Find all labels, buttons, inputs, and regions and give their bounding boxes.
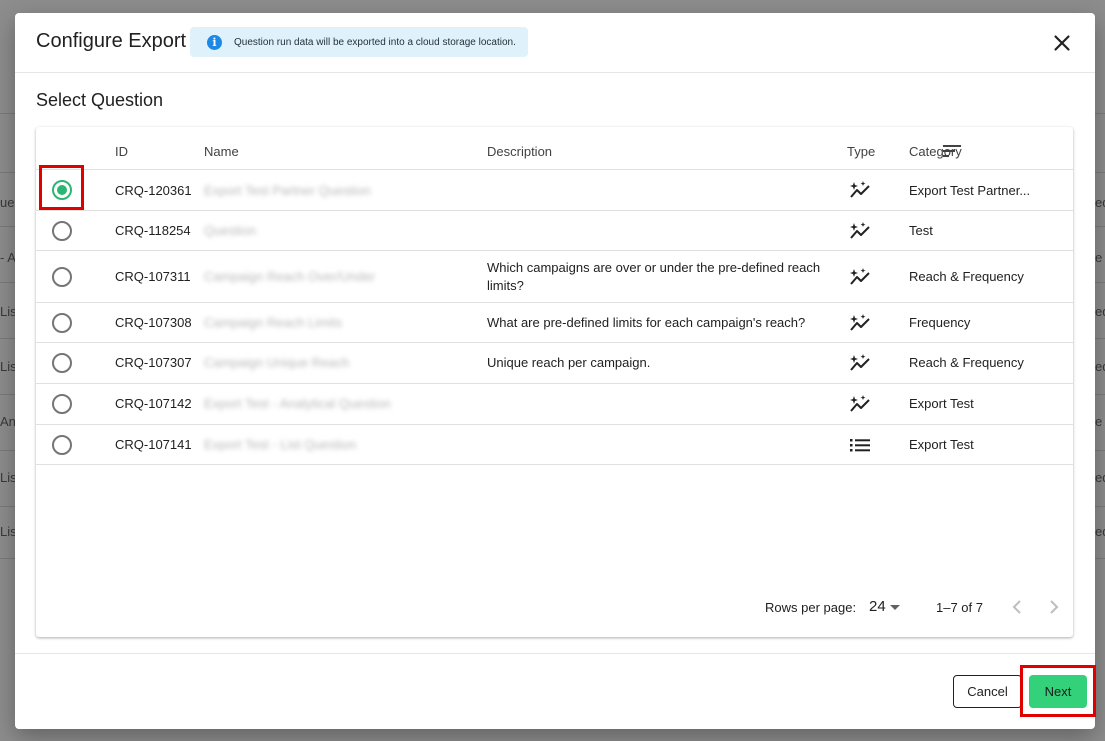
row-radio[interactable]: [52, 353, 72, 373]
table-row[interactable]: CRQ-118254 Question Test: [36, 211, 1073, 251]
analytical-sparkle-icon: [850, 268, 870, 285]
background-text: ue: [0, 195, 15, 210]
row-name: Campaign Reach Over/Under: [204, 269, 376, 284]
row-radio[interactable]: [52, 267, 72, 287]
background-text: An: [0, 414, 15, 429]
background-text: List: [0, 359, 15, 374]
background-text: ed: [1095, 304, 1105, 319]
background-text: ed: [1095, 524, 1105, 539]
row-id: CRQ-107308: [115, 315, 192, 330]
row-category: Reach & Frequency: [909, 269, 1024, 284]
row-category: Export Test Partner...: [909, 183, 1031, 198]
row-name: Campaign Reach Limits: [204, 315, 343, 330]
cancel-button[interactable]: Cancel: [953, 675, 1022, 708]
row-name: Export Test Partner Question: [204, 183, 371, 198]
row-radio[interactable]: [52, 221, 72, 241]
background-text: ed: [1095, 195, 1105, 210]
row-name: Export Test - Analytical Question: [204, 396, 391, 411]
row-id: CRQ-120361: [115, 183, 192, 198]
row-category: Reach & Frequency: [909, 355, 1024, 370]
info-banner: i Question run data will be exported int…: [190, 27, 528, 57]
info-banner-text: Question run data will be exported into …: [234, 36, 516, 48]
row-category: Export Test: [909, 437, 974, 452]
analytical-sparkle-icon: [850, 181, 870, 198]
dialog-footer-divider: [15, 653, 1095, 654]
table-row[interactable]: CRQ-107307 Campaign Unique Reach Unique …: [36, 343, 1073, 384]
row-name: Campaign Unique Reach: [204, 355, 350, 370]
background-text: ed: [1095, 359, 1105, 374]
table-header: ID Name Description Type Category: [36, 127, 1073, 170]
analytical-sparkle-icon: [850, 395, 870, 412]
row-id: CRQ-118254: [115, 223, 191, 238]
row-category: Test: [909, 223, 933, 238]
table-row[interactable]: CRQ-107308 Campaign Reach Limits What ar…: [36, 303, 1073, 343]
column-header-name: Name: [204, 144, 239, 159]
rows-per-page-label: Rows per page:: [765, 600, 857, 615]
analytical-sparkle-icon: [850, 314, 870, 331]
row-category: Export Test: [909, 396, 974, 411]
prev-page-button[interactable]: [1008, 597, 1028, 617]
sort-icon[interactable]: [943, 144, 961, 158]
dialog-header: Configure Export i Question run data wil…: [15, 13, 1095, 73]
background-text: Lis: [0, 470, 15, 485]
pagination-range: 1–7 of 7: [936, 600, 983, 615]
background-text: - A: [0, 250, 15, 265]
table-row[interactable]: CRQ-120361 Export Test Partner Question …: [36, 170, 1073, 211]
row-description: What are pre-defined limits for each cam…: [487, 315, 806, 330]
table-row[interactable]: CRQ-107142 Export Test - Analytical Ques…: [36, 384, 1073, 425]
row-name: Question: [204, 223, 257, 238]
row-id: CRQ-107141: [115, 437, 192, 452]
row-radio[interactable]: [52, 313, 72, 333]
section-title: Select Question: [36, 90, 164, 110]
questions-table: ID Name Description Type Category CRQ-12…: [36, 127, 1073, 637]
row-category: Frequency: [909, 315, 971, 330]
row-radio-selected[interactable]: [52, 180, 72, 200]
list-icon: [850, 439, 870, 452]
table-row[interactable]: CRQ-107141 Export Test - List Question E…: [36, 425, 1073, 465]
column-header-description: Description: [487, 144, 553, 159]
rows-per-page-select[interactable]: 24: [869, 598, 900, 615]
background-text: ed: [1095, 470, 1105, 485]
row-description: Unique reach per campaign.: [487, 355, 651, 370]
next-page-button[interactable]: [1043, 597, 1063, 617]
info-icon: i: [207, 34, 222, 50]
configure-export-dialog: Configure Export i Question run data wil…: [15, 13, 1095, 729]
row-id: CRQ-107142: [115, 396, 192, 411]
analytical-sparkle-icon: [850, 354, 870, 371]
background-text: List: [0, 304, 15, 319]
background-text: Lis: [0, 524, 15, 539]
rows-per-page-value: 24: [869, 598, 886, 615]
table-pagination: Rows per page: 24 1–7 of 7: [36, 587, 1073, 627]
background-text: e: [1095, 250, 1103, 265]
row-radio[interactable]: [52, 394, 72, 414]
table-row[interactable]: CRQ-107311 Campaign Reach Over/Under Whi…: [36, 251, 1073, 303]
caret-down-icon: [889, 604, 900, 610]
row-name: Export Test - List Question: [204, 437, 357, 452]
column-header-type: Type: [847, 144, 876, 159]
column-header-id: ID: [115, 144, 128, 159]
analytical-sparkle-icon: [850, 222, 870, 239]
row-description: Which campaigns are over or under the pr…: [487, 260, 821, 293]
row-radio[interactable]: [52, 435, 72, 455]
dialog-title: Configure Export: [36, 30, 187, 52]
row-id: CRQ-107307: [115, 355, 192, 370]
next-button[interactable]: Next: [1029, 675, 1087, 708]
row-id: CRQ-107311: [115, 269, 191, 284]
close-icon: [1054, 35, 1070, 51]
background-text: e: [1095, 414, 1103, 429]
close-button[interactable]: [1049, 30, 1075, 56]
